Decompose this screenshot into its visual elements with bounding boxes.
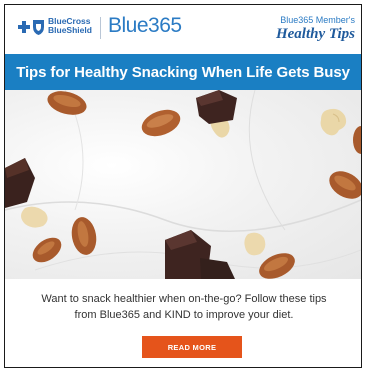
email-card: BlueCross BlueShield Blue365 Blue365 Mem… [4,4,362,368]
title-banner: Tips for Healthy Snacking When Life Gets… [5,54,361,90]
header-divider [100,17,101,39]
bluecross-blueshield-logo-icon [18,20,44,35]
page-title: Tips for Healthy Snacking When Life Gets… [16,63,350,81]
mixed-nuts-and-chocolate-photo-icon [5,90,361,279]
almond [47,91,87,115]
tagline-main: Healthy Tips [275,26,355,42]
blue365-logo: Blue365 [108,14,182,37]
read-more-button[interactable]: READ MORE [142,336,242,358]
hero-image[interactable] [5,90,361,279]
bcbs-wordmark: BlueCross BlueShield [48,16,92,35]
intro-paragraph: Want to snack healthier when on-the-go? … [41,293,327,321]
header: BlueCross BlueShield Blue365 Blue365 Mem… [5,5,361,53]
chocolate-piece [196,90,237,124]
tagline-top: Blue365 Member's [280,15,355,25]
